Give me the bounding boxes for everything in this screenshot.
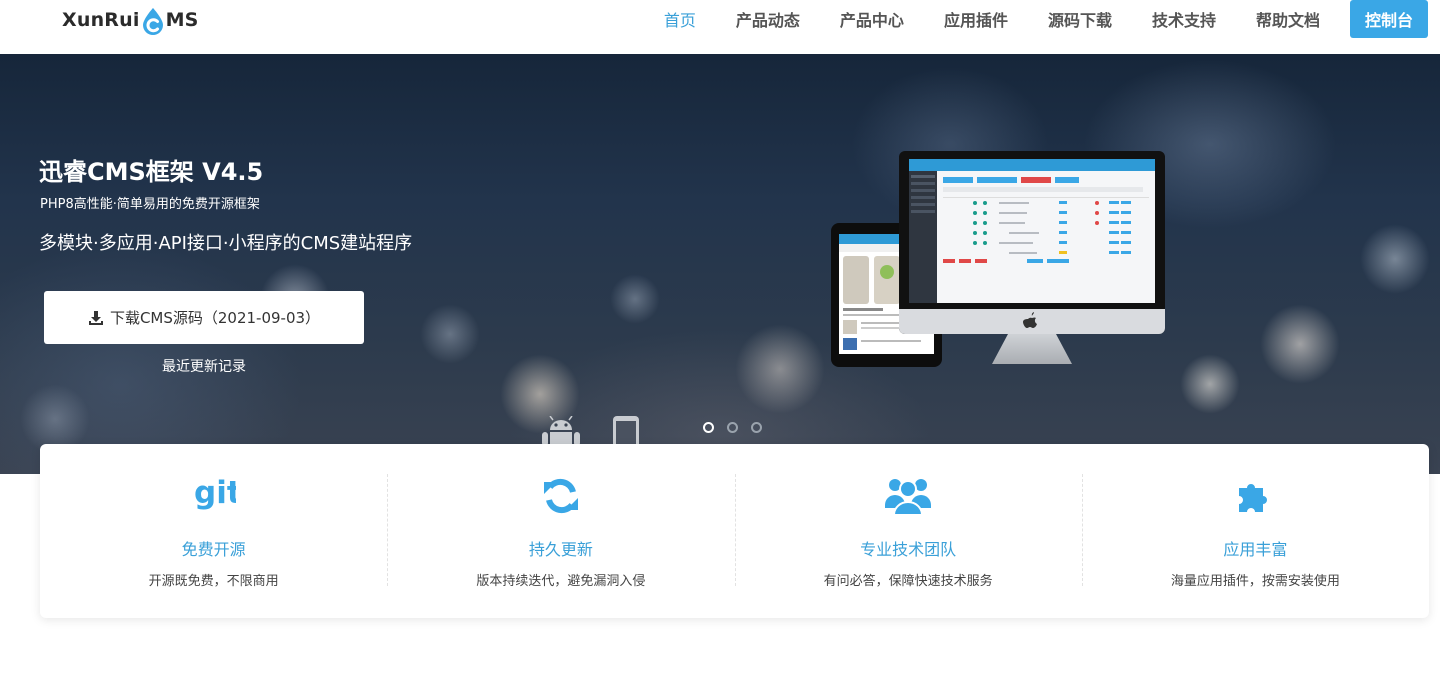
hero-subtitle: PHP8高性能·简单易用的免费开源框架: [40, 197, 260, 212]
nav-item-home[interactable]: 首页: [664, 7, 696, 31]
bokeh-light: [610, 274, 660, 324]
nav-item-source-download[interactable]: 源码下载: [1048, 7, 1112, 31]
svg-text:git: git: [194, 475, 236, 511]
bokeh-light: [735, 324, 825, 414]
feature-rich-plugins: 应用丰富 海量应用插件，按需安装使用: [1081, 444, 1429, 618]
nav-item-tech-support[interactable]: 技术支持: [1152, 7, 1216, 31]
feature-desc: 海量应用插件，按需安装使用: [1170, 574, 1340, 589]
git-icon: git: [190, 474, 238, 518]
hero-title: 迅睿CMS框架 V4.5: [39, 158, 264, 186]
nav-item-help-docs[interactable]: 帮助文档: [1256, 7, 1320, 31]
feature-title: 持久更新: [528, 540, 593, 559]
monitor-stand: [992, 334, 1072, 364]
nav-item-product-news[interactable]: 产品动态: [736, 7, 800, 31]
download-source-button[interactable]: 下载CMS源码（2021-09-03）: [44, 291, 364, 344]
logo-text-right: MS: [165, 9, 199, 31]
feature-title: 专业技术团队: [860, 540, 957, 559]
feature-title: 免费开源: [181, 540, 246, 559]
changelog-link[interactable]: 最近更新记录: [44, 356, 364, 376]
bokeh-light: [1260, 304, 1340, 384]
feature-desc: 有问必答，保障快速技术服务: [823, 574, 993, 589]
download-icon: [88, 310, 104, 326]
nav-item-plugins[interactable]: 应用插件: [944, 7, 1008, 31]
bokeh-light: [1180, 354, 1240, 414]
site-logo[interactable]: XunRui MS: [62, 6, 199, 35]
main-nav: 首页 产品动态 产品中心 应用插件 源码下载 技术支持 帮助文档 控制台: [624, 0, 1428, 38]
bokeh-light: [1360, 224, 1430, 294]
feature-free-opensource: git 免费开源 开源既免费，不限商用: [40, 444, 387, 618]
hero-tagline: 多模块·多应用·API接口·小程序的CMS建站程序: [39, 233, 413, 254]
bokeh-light: [420, 304, 480, 364]
carousel-dot-3[interactable]: [751, 422, 762, 433]
features-card: git 免费开源 开源既免费，不限商用 持久更新 版本持续迭代，避免漏洞入侵 专…: [40, 444, 1429, 618]
carousel-dot-2[interactable]: [727, 422, 738, 433]
feature-tech-team: 专业技术团队 有问必答，保障快速技术服务: [734, 444, 1082, 618]
console-button[interactable]: 控制台: [1350, 0, 1428, 38]
site-header: XunRui MS 首页 产品动态 产品中心 应用插件 源码下载 技术支持 帮助…: [0, 0, 1440, 54]
feature-title: 应用丰富: [1223, 540, 1288, 559]
puzzle-icon: [1231, 474, 1279, 518]
refresh-icon: [537, 474, 585, 518]
monitor-chin: [899, 309, 1165, 334]
monitor-screen: [909, 159, 1155, 303]
download-source-label: 下载CMS源码（2021-09-03）: [109, 309, 321, 327]
carousel-dot-1[interactable]: [703, 422, 714, 433]
feature-desc: 开源既免费，不限商用: [148, 574, 279, 589]
carousel-indicators: [703, 422, 775, 433]
feature-desc: 版本持续迭代，避免漏洞入侵: [476, 574, 646, 589]
nav-item-products[interactable]: 产品中心: [840, 7, 904, 31]
hero-banner: 迅睿CMS框架 V4.5 PHP8高性能·简单易用的免费开源框架 多模块·多应用…: [0, 54, 1440, 474]
users-icon: [884, 474, 932, 518]
logo-text-left: XunRui: [62, 9, 140, 31]
desktop-monitor-mockup: [899, 151, 1165, 334]
feature-continuous-update: 持久更新 版本持续迭代，避免漏洞入侵: [387, 444, 734, 618]
logo-drop-icon: [141, 7, 165, 35]
